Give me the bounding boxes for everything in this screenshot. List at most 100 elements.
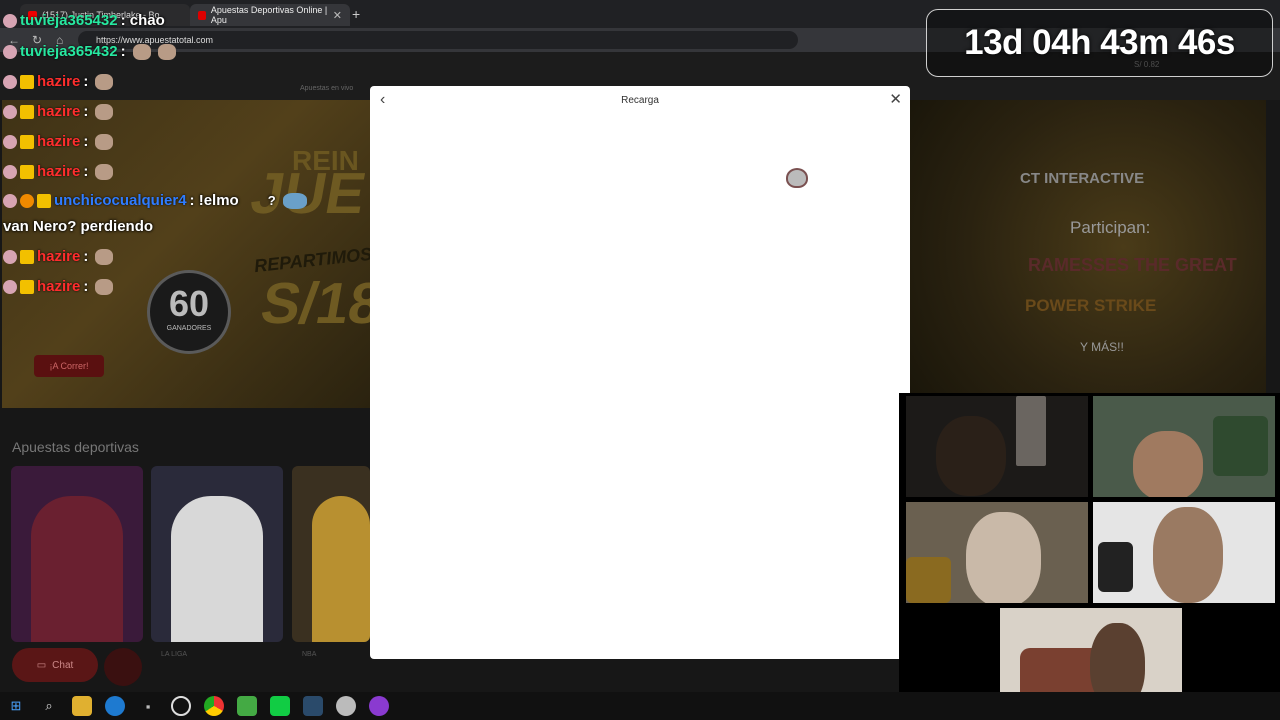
person-image — [1153, 507, 1223, 603]
site-chat-button[interactable]: ▭ Chat — [12, 648, 98, 682]
badge-icon — [3, 193, 17, 208]
search-icon[interactable]: ⌕ — [39, 696, 59, 716]
chat-text: : — [83, 103, 89, 120]
game-icon[interactable] — [237, 696, 257, 716]
sport-card-premier[interactable] — [11, 466, 143, 642]
promo-banner-right[interactable]: CT INTERACTIVE Participan: RAMESSES THE … — [910, 100, 1266, 394]
player-image — [171, 496, 263, 642]
sport-card-nba[interactable] — [292, 466, 370, 642]
person-image — [936, 416, 1006, 496]
chat-message: unchicocualquier4 : !elmo ? — [3, 192, 307, 209]
card-label: LA LIGA — [161, 651, 188, 658]
banner-cta-button[interactable]: ¡A Correr! — [34, 355, 104, 377]
app-icon-2[interactable] — [336, 696, 356, 716]
player-image — [31, 496, 123, 642]
chat-message: hazire : — [3, 248, 114, 265]
edge-icon[interactable] — [105, 696, 125, 716]
app-purple-icon[interactable] — [369, 696, 389, 716]
new-tab-button[interactable]: + — [352, 6, 360, 22]
cat-emote-icon — [95, 278, 114, 295]
badge-icon — [3, 134, 17, 149]
badge-icon — [3, 104, 17, 119]
cat-emote-icon — [95, 133, 114, 150]
badge-icon — [3, 164, 17, 179]
badge-icon — [3, 74, 17, 89]
chat-text: : — [83, 163, 89, 180]
app-icon[interactable]: ▪ — [138, 696, 158, 716]
chat-username: unchicocualquier4 — [54, 192, 187, 209]
screen: (1517) Justin Timberlake - Bo Apuestas D… — [0, 0, 1280, 720]
person-image — [966, 512, 1041, 603]
chat-text: : — [83, 73, 89, 90]
chat-message: hazire : — [3, 73, 114, 90]
cat-emote-icon — [95, 103, 114, 120]
webcam-2 — [1093, 396, 1275, 497]
winners-count: 60 — [168, 283, 210, 324]
crown-icon — [20, 104, 34, 119]
plant-image — [1213, 416, 1268, 476]
webcam-grid — [899, 393, 1280, 709]
windows-icon[interactable]: ⊞ — [6, 696, 26, 716]
section-title: Apuestas deportivas — [12, 439, 139, 455]
chat-username: hazire — [37, 248, 81, 265]
crown-icon — [20, 164, 34, 179]
badge-icon — [3, 44, 17, 59]
chat-text: : — [120, 43, 126, 60]
cat-emote-icon — [95, 73, 114, 90]
chat-text: : — [83, 248, 89, 265]
chat-username: hazire — [37, 278, 81, 295]
countdown-timer: 13d 04h 43m 46s — [926, 9, 1273, 77]
winners-badge: 60 GANADORES — [147, 270, 231, 354]
file-explorer-icon[interactable] — [72, 696, 92, 716]
site-logo-bubble[interactable] — [104, 648, 142, 686]
chat-message: hazire : — [3, 133, 114, 150]
chat-username: hazire — [37, 103, 81, 120]
cat-emote-icon — [786, 168, 808, 188]
chat-text: : !elmo — [189, 192, 239, 209]
crown-icon — [20, 279, 34, 294]
crown-icon — [20, 74, 34, 89]
chat-message: hazire : — [3, 103, 114, 120]
chrome-icon[interactable] — [204, 696, 224, 716]
crown-icon — [20, 249, 34, 264]
banner-brand: CT INTERACTIVE — [1020, 170, 1145, 187]
chat-username: tuvieja365432 — [20, 43, 118, 60]
badge-icon — [3, 249, 17, 264]
recharge-modal: ‹ Recarga ✕ — [370, 86, 910, 659]
windows-taskbar: ⊞ ⌕ ▪ — [0, 692, 1280, 720]
banner-game-2: POWER STRIKE — [1025, 296, 1157, 315]
steam-icon[interactable] — [303, 696, 323, 716]
chat-message: tuvieja365432 : chao — [3, 12, 165, 29]
door-image — [1016, 396, 1046, 466]
chat-bubble-icon: ▭ — [36, 659, 47, 671]
site-nav-item[interactable]: Apuestas en vivo — [300, 85, 353, 92]
browser-tab-apuestatotal[interactable]: Apuestas Deportivas Online | Apu ✕ — [190, 4, 350, 26]
chat-username: hazire — [37, 133, 81, 150]
address-bar[interactable]: https://www.apuestatotal.com — [78, 31, 798, 49]
webcam-1 — [906, 396, 1088, 497]
sport-card-laliga[interactable] — [151, 466, 283, 642]
modal-title: Recarga — [621, 95, 659, 106]
crown-icon — [37, 193, 51, 208]
cat-emote-icon — [157, 43, 176, 60]
chat-message: hazire : — [3, 278, 114, 295]
chat-text: : — [83, 133, 89, 150]
banner-prize: S/18 — [256, 271, 370, 336]
close-icon[interactable]: ✕ — [889, 90, 902, 108]
close-tab-icon[interactable]: ✕ — [333, 9, 342, 22]
crown-icon — [20, 134, 34, 149]
chat-text: van Nero? perdiendo — [3, 218, 154, 235]
person-image — [1133, 431, 1203, 497]
banner-game-1: RAMESSES THE GREAT — [1028, 255, 1237, 275]
chat-message-continuation: van Nero? perdiendo — [3, 218, 153, 235]
banner-participan: Participan: — [1070, 218, 1151, 237]
chat-username: hazire — [37, 73, 81, 90]
app-green-icon[interactable] — [270, 696, 290, 716]
chat-message: hazire : — [3, 163, 114, 180]
badge-icon — [3, 279, 17, 294]
banner-more: Y MÁS!! — [1080, 340, 1124, 354]
player-image — [312, 496, 370, 642]
obs-icon[interactable] — [171, 696, 191, 716]
chat-text: : — [83, 278, 89, 295]
chat-mark: ? — [267, 193, 276, 208]
